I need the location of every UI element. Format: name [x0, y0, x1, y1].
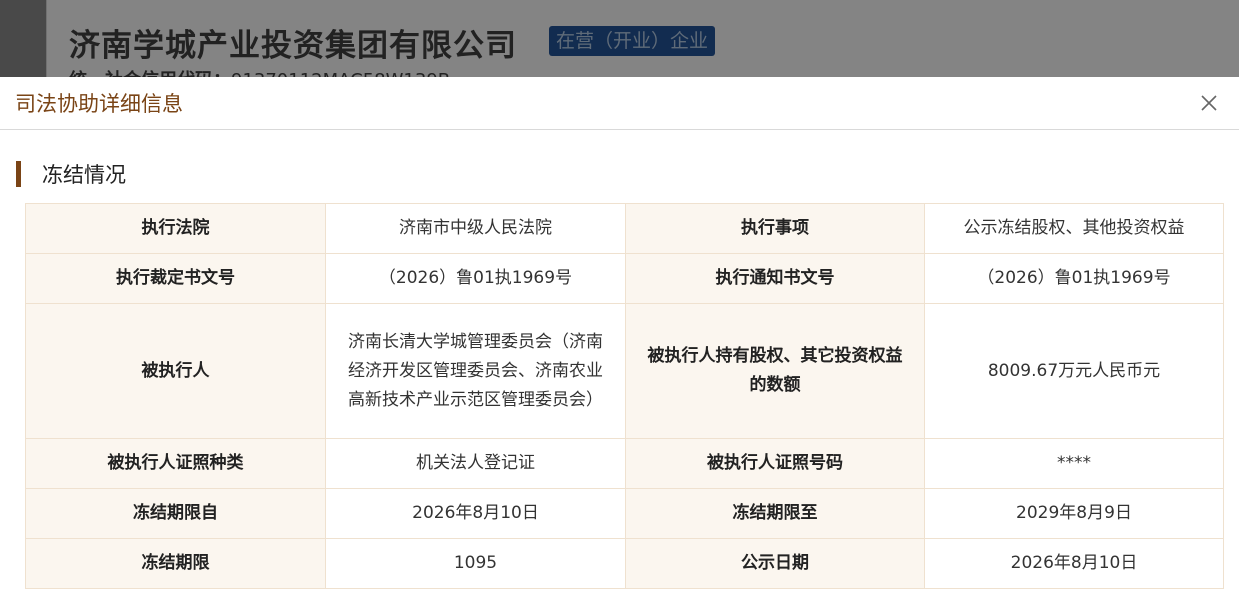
table-label: 被执行人 — [25, 303, 326, 439]
judicial-assistance-modal: 司法协助详细信息 冻结情况 执行法院 济南市中级人民法院 执行事项 公示冻结股权… — [0, 77, 1239, 609]
table-value: （2026）鲁01执1969号 — [325, 253, 626, 304]
table-row: 被执行人 济南长清大学城管理委员会（济南经济开发区管理委员会、济南农业高新技术产… — [25, 303, 1224, 439]
modal-title: 司法协助详细信息 — [15, 92, 183, 116]
table-value: 2029年8月9日 — [924, 488, 1224, 539]
table-label: 被执行人持有股权、其它投资权益的数额 — [625, 303, 925, 439]
table-row: 执行法院 济南市中级人民法院 执行事项 公示冻结股权、其他投资权益 — [25, 203, 1224, 254]
table-value: 机关法人登记证 — [325, 438, 626, 489]
table-value: 济南市中级人民法院 — [325, 203, 626, 254]
section-accent-bar — [16, 161, 21, 187]
table-label: 公示日期 — [625, 538, 925, 589]
table-row: 冻结期限 1095 公示日期 2026年8月10日 — [25, 538, 1224, 589]
table-label: 冻结期限 — [25, 538, 326, 589]
modal-header: 司法协助详细信息 — [0, 77, 1239, 130]
table-label: 被执行人证照号码 — [625, 438, 925, 489]
close-icon[interactable] — [1199, 93, 1219, 113]
table-row: 被执行人证照种类 机关法人登记证 被执行人证照号码 **** — [25, 438, 1224, 489]
table-label: 执行法院 — [25, 203, 326, 254]
table-value: 1095 — [325, 538, 626, 589]
table-row: 执行裁定书文号 （2026）鲁01执1969号 执行通知书文号 （2026）鲁0… — [25, 253, 1224, 304]
table-value: 2026年8月10日 — [325, 488, 626, 539]
section-title: 冻结情况 — [42, 163, 126, 187]
table-label: 执行通知书文号 — [625, 253, 925, 304]
modal-backdrop[interactable] — [0, 0, 1239, 78]
table-value: 公示冻结股权、其他投资权益 — [924, 203, 1224, 254]
table-value: 济南长清大学城管理委员会（济南经济开发区管理委员会、济南农业高新技术产业示范区管… — [325, 303, 626, 439]
table-value: 8009.67万元人民币元 — [924, 303, 1224, 439]
table-row: 冻结期限自 2026年8月10日 冻结期限至 2029年8月9日 — [25, 488, 1224, 539]
table-value: **** — [924, 438, 1224, 489]
table-label: 被执行人证照种类 — [25, 438, 326, 489]
table-label: 冻结期限至 — [625, 488, 925, 539]
table-label: 冻结期限自 — [25, 488, 326, 539]
table-label: 执行事项 — [625, 203, 925, 254]
table-value: 2026年8月10日 — [924, 538, 1224, 589]
table-value: （2026）鲁01执1969号 — [924, 253, 1224, 304]
freeze-info-table: 执行法院 济南市中级人民法院 执行事项 公示冻结股权、其他投资权益 执行裁定书文… — [25, 203, 1224, 589]
table-label: 执行裁定书文号 — [25, 253, 326, 304]
